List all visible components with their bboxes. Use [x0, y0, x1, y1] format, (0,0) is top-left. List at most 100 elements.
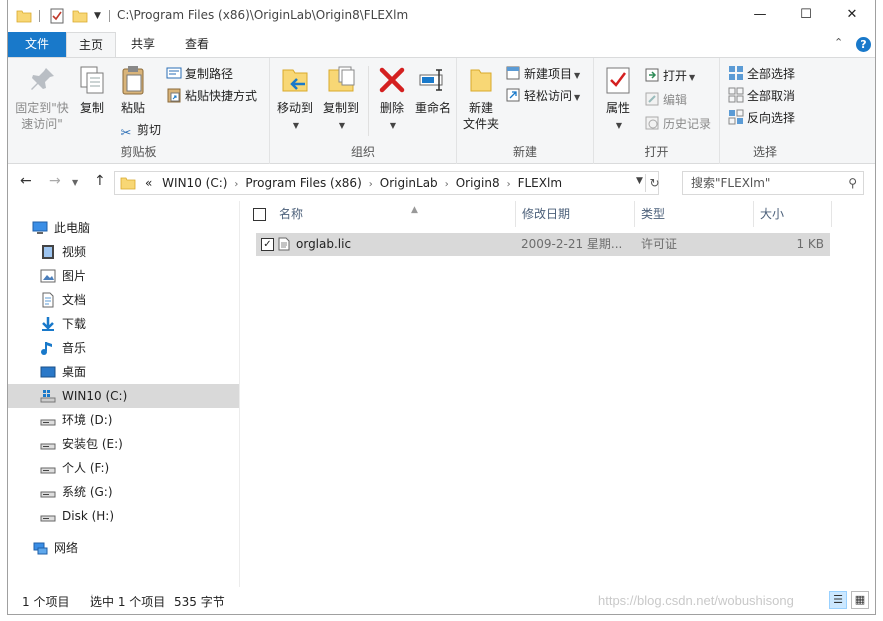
file-name[interactable]: orglab.lic: [296, 233, 351, 256]
search-box[interactable]: 搜索"FLEXlm" ⚲: [682, 171, 864, 195]
column-name[interactable]: ▲ 名称: [273, 201, 516, 227]
invert-selection-icon: [728, 109, 744, 125]
nav-item[interactable]: 安装包 (E:): [8, 432, 239, 456]
minimize-button[interactable]: —: [737, 0, 783, 30]
nav-item[interactable]: 下载: [8, 312, 239, 336]
breadcrumb-separator-icon[interactable]: ›: [369, 179, 373, 190]
history-button[interactable]: 历史记录: [644, 114, 711, 134]
table-row[interactable]: ✓ orglab.lic 2009-2-21 星期... 许可证 1 KB: [256, 233, 830, 256]
address-dropdown-icon[interactable]: ▼: [636, 176, 643, 186]
collapse-ribbon-icon[interactable]: ⌃: [834, 36, 843, 49]
move-to-button[interactable]: 移动到 ▼: [274, 64, 316, 134]
copy-button[interactable]: 复制: [74, 64, 110, 116]
breadcrumb-separator-icon[interactable]: ›: [234, 179, 238, 190]
column-size-label: 大小: [760, 207, 785, 221]
breadcrumb-flexlm[interactable]: FLEXlm: [518, 176, 562, 190]
copy-to-button[interactable]: 复制到 ▼: [320, 64, 362, 134]
column-modified-label: 修改日期: [522, 207, 571, 221]
nav-item[interactable]: Disk (H:): [8, 504, 239, 528]
pin-quick-access-button[interactable]: 固定到"快 速访问": [14, 64, 70, 132]
nav-item[interactable]: 个人 (F:): [8, 456, 239, 480]
large-icons-view-icon[interactable]: ▦: [851, 591, 869, 609]
select-none-button[interactable]: 全部取消: [728, 86, 795, 106]
forward-arrow-icon[interactable]: →: [49, 173, 61, 189]
paste-button[interactable]: 粘贴: [114, 64, 152, 116]
overflow-chevron-icon[interactable]: «: [145, 176, 152, 190]
nav-item-label: 下载: [62, 317, 87, 331]
open-button[interactable]: 打开 ▼: [644, 66, 695, 86]
nav-item-label: 此电脑: [54, 221, 91, 235]
open-group: 属性 ▼ 打开 ▼ 编辑 历史记录 打开: [594, 58, 720, 164]
clipboard-group-label: 剪贴板: [120, 145, 157, 159]
search-icon[interactable]: ⚲: [848, 176, 857, 190]
tab-view[interactable]: 查看: [172, 32, 222, 57]
nav-item[interactable]: 环境 (D:): [8, 408, 239, 432]
item-count: 1 个项目: [22, 595, 70, 609]
nav-item[interactable]: 视频: [8, 240, 239, 264]
tab-share[interactable]: 共享: [120, 32, 166, 57]
up-arrow-icon[interactable]: ↑: [94, 173, 106, 189]
new-item-label: 新建项目: [524, 67, 573, 81]
tab-home[interactable]: 主页: [66, 32, 116, 58]
nav-item[interactable]: 网络: [8, 536, 239, 560]
nav-item[interactable]: 系统 (G:): [8, 480, 239, 504]
column-modified[interactable]: 修改日期: [516, 201, 635, 227]
nav-item[interactable]: 图片: [8, 264, 239, 288]
tab-file[interactable]: 文件: [8, 32, 66, 57]
breadcrumb-origin8[interactable]: Origin8: [456, 176, 500, 190]
paste-shortcut-button[interactable]: 粘贴快捷方式: [166, 86, 257, 106]
refresh-icon[interactable]: ↻: [645, 174, 663, 192]
recent-locations-icon[interactable]: ▼: [72, 178, 78, 187]
nav-item-label: 安装包 (E:): [62, 437, 123, 451]
cut-label: 剪切: [137, 123, 162, 137]
open-label: 打开: [663, 69, 688, 83]
breadcrumb-separator-icon[interactable]: ›: [507, 179, 511, 190]
help-icon[interactable]: ?: [856, 37, 871, 52]
invert-selection-button[interactable]: 反向选择: [728, 108, 795, 128]
nav-item-label: 桌面: [62, 365, 87, 379]
row-checkbox[interactable]: ✓: [261, 238, 274, 251]
new-folder-button[interactable]: 新建 文件夹: [461, 64, 501, 132]
nav-item[interactable]: 音乐: [8, 336, 239, 360]
properties-quick-icon[interactable]: [50, 8, 64, 24]
column-size[interactable]: 大小: [754, 201, 832, 227]
back-arrow-icon[interactable]: ←: [20, 173, 32, 189]
edit-button[interactable]: 编辑: [644, 90, 687, 110]
easy-access-button[interactable]: 轻松访问 ▼: [505, 86, 580, 106]
cut-button[interactable]: ✂ 剪切: [118, 120, 162, 141]
column-type-label: 类型: [641, 207, 666, 221]
details-view-icon[interactable]: ☰: [829, 591, 847, 609]
select-all-column[interactable]: [241, 201, 273, 227]
drive-icon: [40, 460, 56, 476]
nav-item-label: 图片: [62, 269, 87, 283]
selected-size: 535 字节: [174, 595, 225, 609]
search-input[interactable]: 搜索"FLEXlm": [691, 172, 770, 194]
breadcrumb-separator-icon[interactable]: ›: [445, 179, 449, 190]
breadcrumb-drive[interactable]: WIN10 (C:): [162, 176, 227, 190]
nav-item[interactable]: WIN10 (C:): [8, 384, 239, 408]
nav-item[interactable]: 桌面: [8, 360, 239, 384]
nav-item[interactable]: 文档: [8, 288, 239, 312]
copy-path-button[interactable]: 复制路径: [166, 64, 233, 84]
desktop-icon: [40, 364, 56, 380]
nav-item[interactable]: 此电脑: [8, 216, 239, 240]
paste-label: 粘贴: [120, 101, 145, 115]
copy-folder-icon: [328, 66, 355, 92]
rename-button[interactable]: 重命名: [412, 64, 454, 116]
address-bar[interactable]: « WIN10 (C:) › Program Files (x86) › OriginL…: [114, 171, 660, 195]
select-all-checkbox[interactable]: [253, 208, 266, 221]
new-folder-quick-icon[interactable]: [72, 8, 88, 24]
select-all-button[interactable]: 全部选择: [728, 64, 795, 84]
new-item-button[interactable]: 新建项目 ▼: [505, 64, 580, 84]
edit-label: 编辑: [663, 93, 688, 107]
maximize-button[interactable]: ☐: [783, 0, 829, 30]
breadcrumb-program-files[interactable]: Program Files (x86): [245, 176, 361, 190]
easy-access-label: 轻松访问: [524, 89, 573, 103]
delete-button[interactable]: 删除 ▼: [374, 64, 410, 134]
customize-toolbar-icon[interactable]: ▼: [94, 8, 104, 24]
breadcrumb-originlab[interactable]: OriginLab: [380, 176, 438, 190]
properties-button[interactable]: 属性 ▼: [600, 64, 636, 134]
column-type[interactable]: 类型: [635, 201, 754, 227]
file-size: 1 KB: [796, 237, 824, 251]
close-button[interactable]: ✕: [829, 0, 875, 30]
